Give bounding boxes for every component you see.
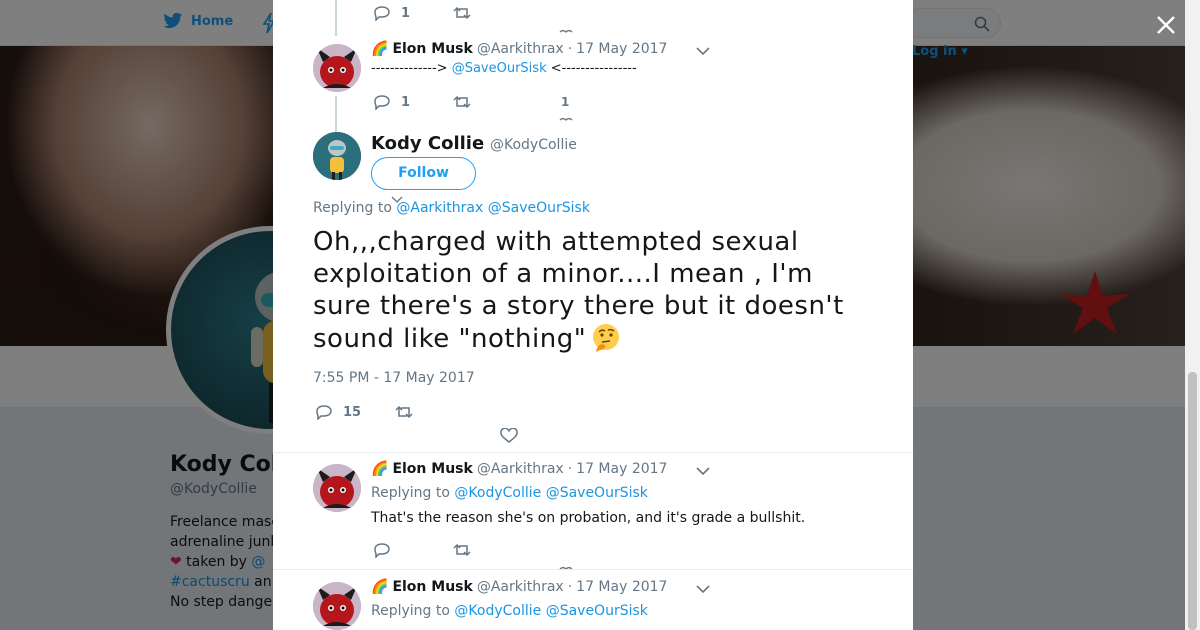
close-icon[interactable] (1154, 13, 1178, 37)
reply-action[interactable]: 15 (315, 404, 361, 420)
tweet-header: 🌈 Elon Musk @Aarkithrax · 17 May 2017 (371, 461, 667, 477)
avatar-illustration (313, 132, 361, 180)
reply-count: 1 (401, 5, 411, 21)
avatar[interactable] (313, 582, 361, 630)
main-tweet-timestamp[interactable]: 7:55 PM - 17 May 2017 (313, 370, 475, 386)
caret-down-icon[interactable] (696, 46, 710, 56)
separator-dot: · (567, 461, 573, 477)
separator-dot: · (567, 41, 573, 57)
tweet-header: 🌈 Elon Musk @Aarkithrax · 17 May 2017 (371, 41, 667, 57)
replying-prefix: Replying to (371, 603, 455, 619)
like-icon[interactable] (500, 428, 518, 444)
retweet-icon[interactable] (453, 94, 471, 110)
tweet-text-part: <---------------- (546, 61, 637, 76)
mention-link[interactable]: @KodyCollie (454, 485, 541, 501)
tweet-date[interactable]: 17 May 2017 (576, 41, 667, 57)
reply-action[interactable]: 1 (373, 94, 410, 110)
reply-icon (316, 405, 332, 420)
author-name[interactable]: Elon Musk (392, 41, 472, 57)
reply-icon (374, 95, 390, 110)
thinking-face-icon (593, 324, 620, 352)
author-handle[interactable]: @Aarkithrax (477, 579, 564, 595)
tweet-permalink-modal: 1 🌈 Elon Musk @Aarkithrax · 17 May 2017 … (273, 0, 913, 630)
reply-action[interactable] (373, 542, 391, 558)
tweet-text-part: --------------> (371, 61, 452, 76)
mention-link[interactable]: @Aarkithrax (396, 200, 483, 216)
rainbow-emoji: 🌈 (371, 41, 389, 57)
tweet-text: --------------> @SaveOurSisk <----------… (371, 61, 637, 76)
author-name[interactable]: Elon Musk (392, 579, 472, 595)
mention-link[interactable]: @KodyCollie (454, 603, 541, 619)
rainbow-emoji: 🌈 (371, 579, 389, 595)
like-count: 1 (561, 95, 570, 109)
author-name[interactable]: Elon Musk (392, 461, 472, 477)
avatar[interactable] (313, 464, 361, 512)
thread-connector (335, 0, 337, 36)
reply-action[interactable]: 1 (373, 5, 410, 21)
replying-to-line: Replying to @Aarkithrax @SaveOurSisk (313, 200, 590, 216)
reply-count: 15 (343, 404, 362, 420)
mention-link[interactable]: @SaveOurSisk (546, 603, 648, 619)
tweet-date[interactable]: 17 May 2017 (576, 579, 667, 595)
devil-avatar-image (313, 582, 361, 630)
main-author-avatar[interactable] (313, 132, 361, 180)
main-author-name[interactable]: Kody Collie (371, 133, 484, 154)
avatar[interactable] (313, 44, 361, 92)
devil-avatar-image (313, 464, 361, 512)
devil-avatar-image (313, 44, 361, 92)
mention-link[interactable]: @SaveOurSisk (452, 61, 547, 76)
tweet-text: That's the reason she's on probation, an… (371, 510, 806, 526)
author-handle[interactable]: @Aarkithrax (477, 41, 564, 57)
page-scrollbar[interactable] (1185, 0, 1200, 630)
tweet-date[interactable]: 17 May 2017 (576, 461, 667, 477)
rainbow-emoji: 🌈 (371, 461, 389, 477)
scrollbar-thumb[interactable] (1188, 372, 1197, 630)
main-tweet-body: Oh,,,charged with attempted sexual explo… (313, 227, 844, 354)
caret-down-icon[interactable] (696, 466, 710, 476)
divider (273, 452, 913, 453)
author-handle[interactable]: @Aarkithrax (477, 461, 564, 477)
tweet-header: 🌈 Elon Musk @Aarkithrax · 17 May 2017 (371, 579, 667, 595)
main-tweet-text: Oh,,,charged with attempted sexual explo… (313, 226, 873, 355)
caret-down-icon[interactable] (696, 584, 710, 594)
retweet-icon[interactable] (453, 5, 471, 21)
retweet-icon[interactable] (453, 542, 471, 558)
separator-dot: · (567, 579, 573, 595)
retweet-icon[interactable] (395, 404, 413, 420)
replying-to-line: Replying to @KodyCollie @SaveOurSisk (371, 603, 648, 619)
replying-prefix: Replying to (371, 485, 455, 501)
like-icon[interactable] (559, 117, 573, 121)
mention-link[interactable]: @SaveOurSisk (546, 485, 648, 501)
reply-icon (374, 6, 390, 21)
replying-prefix: Replying to (313, 200, 397, 216)
replying-to-line: Replying to @KodyCollie @SaveOurSisk (371, 485, 648, 501)
thread-connector (335, 96, 337, 132)
divider (273, 569, 913, 570)
reply-count: 1 (401, 94, 411, 110)
mention-link[interactable]: @SaveOurSisk (488, 200, 590, 216)
follow-button[interactable]: Follow (371, 157, 476, 190)
reply-icon (374, 543, 390, 558)
like-icon[interactable] (559, 29, 573, 33)
main-author-handle[interactable]: @KodyCollie (490, 137, 577, 153)
